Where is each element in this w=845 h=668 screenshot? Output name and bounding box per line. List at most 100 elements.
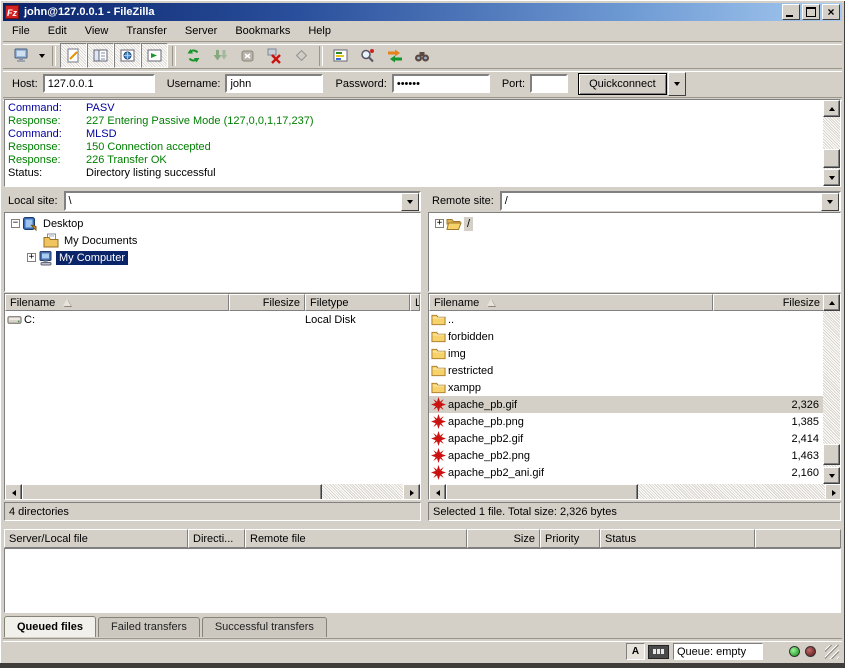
column-header-priority[interactable]: Priority xyxy=(540,529,600,548)
tab-queued-files[interactable]: Queued files xyxy=(4,616,96,637)
disconnect-button[interactable] xyxy=(261,43,288,68)
remote-site-combobox[interactable]: / xyxy=(500,191,841,211)
username-input[interactable] xyxy=(225,74,323,93)
expand-icon[interactable]: + xyxy=(435,219,444,228)
remote-file-row[interactable]: apache_pb2.gif 2,414 xyxy=(429,430,825,447)
column-header-size[interactable]: Size xyxy=(467,529,540,548)
filter-button[interactable] xyxy=(327,43,354,68)
reconnect-button[interactable] xyxy=(288,43,315,68)
log-line: Response:150 Connection accepted xyxy=(5,141,822,154)
menu-view[interactable]: View xyxy=(76,22,118,40)
toggle-transfer-queue-button[interactable] xyxy=(141,43,168,68)
scroll-thumb[interactable] xyxy=(823,444,840,465)
toggle-local-treeview-button[interactable] xyxy=(87,43,114,68)
scroll-left-button[interactable] xyxy=(5,484,22,500)
column-header-remote-file[interactable]: Remote file xyxy=(245,529,467,548)
combo-dropdown-button[interactable] xyxy=(401,193,419,211)
my-computer-icon xyxy=(38,250,54,266)
local-horizontal-scrollbar[interactable] xyxy=(5,484,420,500)
column-header-filesize[interactable]: Filesize xyxy=(229,294,305,311)
image-file-icon xyxy=(431,414,446,429)
scroll-up-button[interactable] xyxy=(823,100,840,117)
column-header-status[interactable]: Status xyxy=(600,529,755,548)
remote-file-row[interactable]: forbidden xyxy=(429,328,825,345)
scroll-left-button[interactable] xyxy=(429,484,446,500)
column-header-filename[interactable]: Filename xyxy=(5,294,229,311)
remote-file-row[interactable]: apache_pb2_ani.gif 2,160 xyxy=(429,464,825,481)
local-status-bar: 4 directories xyxy=(4,502,421,521)
status-bar: A Queue: empty xyxy=(3,640,842,663)
menu-edit[interactable]: Edit xyxy=(39,22,76,40)
site-manager-icon xyxy=(13,47,31,65)
menu-help[interactable]: Help xyxy=(299,22,340,40)
process-queue-button[interactable] xyxy=(207,43,234,68)
site-manager-button[interactable] xyxy=(8,43,35,68)
scroll-down-button[interactable] xyxy=(823,169,840,186)
local-directory-tree: − Desktop My Documents + My Computer xyxy=(4,212,421,292)
scroll-down-button[interactable] xyxy=(823,467,840,484)
log-scrollbar[interactable] xyxy=(823,100,840,186)
menu-server[interactable]: Server xyxy=(176,22,226,40)
minimize-button[interactable] xyxy=(782,4,800,20)
transfer-queue-icon xyxy=(146,47,164,65)
combo-dropdown-button[interactable] xyxy=(821,193,839,211)
remote-file-row[interactable]: apache_pb.png 1,385 xyxy=(429,413,825,430)
port-input[interactable] xyxy=(530,74,568,93)
remote-file-row[interactable]: xampp xyxy=(429,379,825,396)
quickconnect-dropdown[interactable] xyxy=(668,72,686,96)
scroll-thumb[interactable] xyxy=(823,149,840,168)
open-folder-icon xyxy=(446,216,462,232)
resize-grip[interactable] xyxy=(825,645,839,659)
remote-file-row[interactable]: img xyxy=(429,345,825,362)
toggle-remote-treeview-button[interactable] xyxy=(114,43,141,68)
maximize-button[interactable] xyxy=(802,4,820,20)
collapse-icon[interactable]: − xyxy=(11,219,20,228)
tree-item-desktop[interactable]: − Desktop xyxy=(5,215,420,232)
scroll-thumb[interactable] xyxy=(446,484,638,500)
title-bar[interactable]: Fz john@127.0.0.1 - FileZilla × xyxy=(3,3,842,21)
quickconnect-button[interactable]: Quickconnect xyxy=(578,73,667,95)
close-button[interactable]: × xyxy=(822,4,840,20)
remote-file-row[interactable]: .. xyxy=(429,311,825,328)
drive-icon xyxy=(7,312,22,327)
directory-comparison-button[interactable] xyxy=(354,43,381,68)
toggle-message-log-button[interactable] xyxy=(60,43,87,68)
tree-item-my-computer[interactable]: + My Computer xyxy=(5,249,420,266)
synchronized-browsing-button[interactable] xyxy=(381,43,408,68)
column-header-filename[interactable]: Filename xyxy=(429,294,713,311)
local-file-row[interactable]: C: Local Disk xyxy=(5,311,420,328)
cancel-operation-button[interactable] xyxy=(234,43,261,68)
remote-vertical-scrollbar[interactable] xyxy=(823,294,840,484)
password-input[interactable] xyxy=(392,74,490,93)
scroll-right-button[interactable] xyxy=(825,484,841,500)
tree-item-my-documents[interactable]: My Documents xyxy=(5,232,420,249)
local-site-combobox[interactable]: \ xyxy=(64,191,421,211)
scroll-right-button[interactable] xyxy=(403,484,420,500)
expand-icon[interactable]: + xyxy=(27,253,36,262)
pane-splitter[interactable] xyxy=(421,191,428,522)
column-header-direction[interactable]: Directi... xyxy=(188,529,245,548)
toolbar-separator xyxy=(172,46,176,66)
column-header-filesize[interactable]: Filesize xyxy=(713,294,825,311)
remote-file-row[interactable]: apache_pb2.png 1,463 xyxy=(429,447,825,464)
remote-file-row-selected[interactable]: apache_pb.gif 2,326 xyxy=(429,396,825,413)
tree-item-root[interactable]: + / xyxy=(429,215,840,232)
scroll-up-button[interactable] xyxy=(823,294,840,311)
find-files-button[interactable] xyxy=(408,43,435,68)
remote-file-row[interactable]: restricted xyxy=(429,362,825,379)
menu-bookmarks[interactable]: Bookmarks xyxy=(226,22,299,40)
tab-successful-transfers[interactable]: Successful transfers xyxy=(202,617,327,637)
queue-status-text: Queue: empty xyxy=(677,646,746,658)
menu-file[interactable]: File xyxy=(3,22,39,40)
menu-transfer[interactable]: Transfer xyxy=(117,22,176,40)
tab-failed-transfers[interactable]: Failed transfers xyxy=(98,617,200,637)
column-header-filetype[interactable]: Filetype xyxy=(305,294,410,311)
refresh-button[interactable] xyxy=(180,43,207,68)
column-header-server-local-file[interactable]: Server/Local file xyxy=(4,529,188,548)
remote-horizontal-scrollbar[interactable] xyxy=(429,484,841,500)
queue-list[interactable] xyxy=(4,548,841,613)
site-manager-dropdown[interactable] xyxy=(35,44,48,67)
host-input[interactable] xyxy=(43,74,155,93)
scroll-thumb[interactable] xyxy=(22,484,322,500)
column-header-last-modified[interactable]: L xyxy=(410,294,420,311)
